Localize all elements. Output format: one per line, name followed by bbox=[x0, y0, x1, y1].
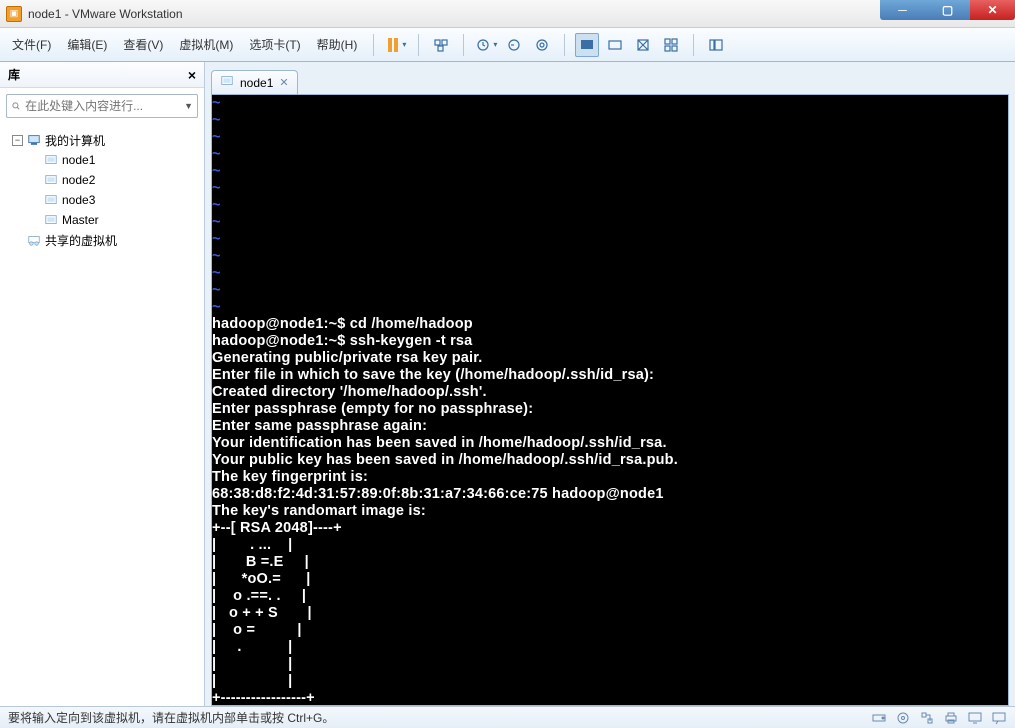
search-icon bbox=[11, 99, 21, 113]
thumbnail-icon[interactable] bbox=[659, 33, 683, 57]
tree-shared-vms[interactable]: 共享的虚拟机 bbox=[4, 230, 200, 250]
display-icon[interactable] bbox=[967, 710, 983, 726]
tree-label: node2 bbox=[62, 173, 95, 187]
menu-help[interactable]: 帮助(H) bbox=[311, 32, 364, 57]
vm-icon bbox=[44, 213, 58, 227]
network-icon[interactable] bbox=[919, 710, 935, 726]
disk-icon[interactable] bbox=[871, 710, 887, 726]
message-icon[interactable] bbox=[991, 710, 1007, 726]
tabstrip: node1 ✕ bbox=[211, 68, 1009, 94]
titlebar: ▣ node1 - VMware Workstation ─ ▢ ✕ bbox=[0, 0, 1015, 28]
tab-label: node1 bbox=[240, 76, 273, 90]
library-close-icon[interactable]: × bbox=[188, 67, 196, 83]
vm-icon bbox=[44, 153, 58, 167]
view-fullscreen-icon[interactable] bbox=[603, 33, 627, 57]
library-tree: − 我的计算机 node1 node2 node3 Master bbox=[0, 124, 204, 256]
status-device-icons bbox=[871, 710, 1007, 726]
statusbar: 要将输入定向到该虚拟机，请在虚拟机内部单击或按 Ctrl+G。 bbox=[0, 706, 1015, 728]
tree-root-my-computer[interactable]: − 我的计算机 bbox=[4, 130, 200, 150]
menu-edit[interactable]: 编辑(E) bbox=[61, 32, 113, 57]
tree-label: Master bbox=[62, 213, 99, 227]
printer-icon[interactable] bbox=[943, 710, 959, 726]
library-sidebar: 库 × ▼ − 我的计算机 node1 node2 bbox=[0, 62, 205, 706]
library-title: 库 bbox=[8, 66, 20, 83]
library-header: 库 × bbox=[0, 62, 204, 88]
tree-node-node2[interactable]: node2 bbox=[4, 170, 200, 190]
search-dropdown-icon[interactable]: ▼ bbox=[184, 101, 193, 111]
tab-close-icon[interactable]: ✕ bbox=[279, 76, 288, 89]
vmware-app-icon: ▣ bbox=[6, 6, 22, 22]
menu-vm[interactable]: 虚拟机(M) bbox=[173, 32, 239, 57]
maximize-button[interactable]: ▢ bbox=[925, 0, 970, 20]
library-search[interactable]: ▼ bbox=[6, 94, 198, 118]
send-ctrl-alt-del-icon[interactable] bbox=[429, 33, 453, 57]
menubar: 文件(F) 编辑(E) 查看(V) 虚拟机(M) 选项卡(T) 帮助(H) bbox=[0, 28, 1015, 62]
tree-spacer bbox=[12, 235, 23, 246]
search-input[interactable] bbox=[21, 99, 184, 113]
collapse-icon[interactable]: − bbox=[12, 135, 23, 146]
snapshot-manage-icon[interactable] bbox=[530, 33, 554, 57]
terminal-output: hadoop@node1:~$ cd /home/hadoop hadoop@n… bbox=[212, 316, 678, 706]
view-console-icon[interactable] bbox=[575, 33, 599, 57]
vm-icon bbox=[220, 74, 234, 91]
tree-label: node3 bbox=[62, 193, 95, 207]
menu-view[interactable]: 查看(V) bbox=[117, 32, 169, 57]
tree-node-node3[interactable]: node3 bbox=[4, 190, 200, 210]
vim-tildes: ~ ~ ~ ~ ~ ~ ~ ~ ~ ~ ~ ~ ~ bbox=[212, 95, 221, 315]
vm-icon bbox=[44, 173, 58, 187]
main-area: node1 ✕ ~ ~ ~ ~ ~ ~ ~ ~ ~ ~ ~ ~ ~ hadoop… bbox=[205, 62, 1015, 706]
computer-icon bbox=[27, 133, 41, 147]
snapshot-icon[interactable] bbox=[474, 33, 498, 57]
cd-icon[interactable] bbox=[895, 710, 911, 726]
menu-file[interactable]: 文件(F) bbox=[6, 32, 57, 57]
tree-node-node1[interactable]: node1 bbox=[4, 150, 200, 170]
close-button[interactable]: ✕ bbox=[970, 0, 1015, 20]
tree-label: node1 bbox=[62, 153, 95, 167]
menu-tabs[interactable]: 选项卡(T) bbox=[243, 32, 306, 57]
tree-label: 我的计算机 bbox=[45, 132, 105, 149]
shared-icon bbox=[27, 233, 41, 247]
pause-button[interactable] bbox=[384, 33, 408, 57]
vm-console[interactable]: ~ ~ ~ ~ ~ ~ ~ ~ ~ ~ ~ ~ ~ hadoop@node1:~… bbox=[211, 94, 1009, 706]
vm-icon bbox=[44, 193, 58, 207]
unity-icon[interactable] bbox=[631, 33, 655, 57]
window-title: node1 - VMware Workstation bbox=[28, 7, 183, 21]
status-text: 要将输入定向到该虚拟机，请在虚拟机内部单击或按 Ctrl+G。 bbox=[8, 709, 334, 726]
tab-node1[interactable]: node1 ✕ bbox=[211, 70, 298, 94]
minimize-button[interactable]: ─ bbox=[880, 0, 925, 20]
snapshot-revert-icon[interactable] bbox=[502, 33, 526, 57]
tree-label: 共享的虚拟机 bbox=[45, 232, 117, 249]
library-toggle-icon[interactable] bbox=[704, 33, 728, 57]
window-controls: ─ ▢ ✕ bbox=[880, 0, 1015, 20]
tree-node-master[interactable]: Master bbox=[4, 210, 200, 230]
